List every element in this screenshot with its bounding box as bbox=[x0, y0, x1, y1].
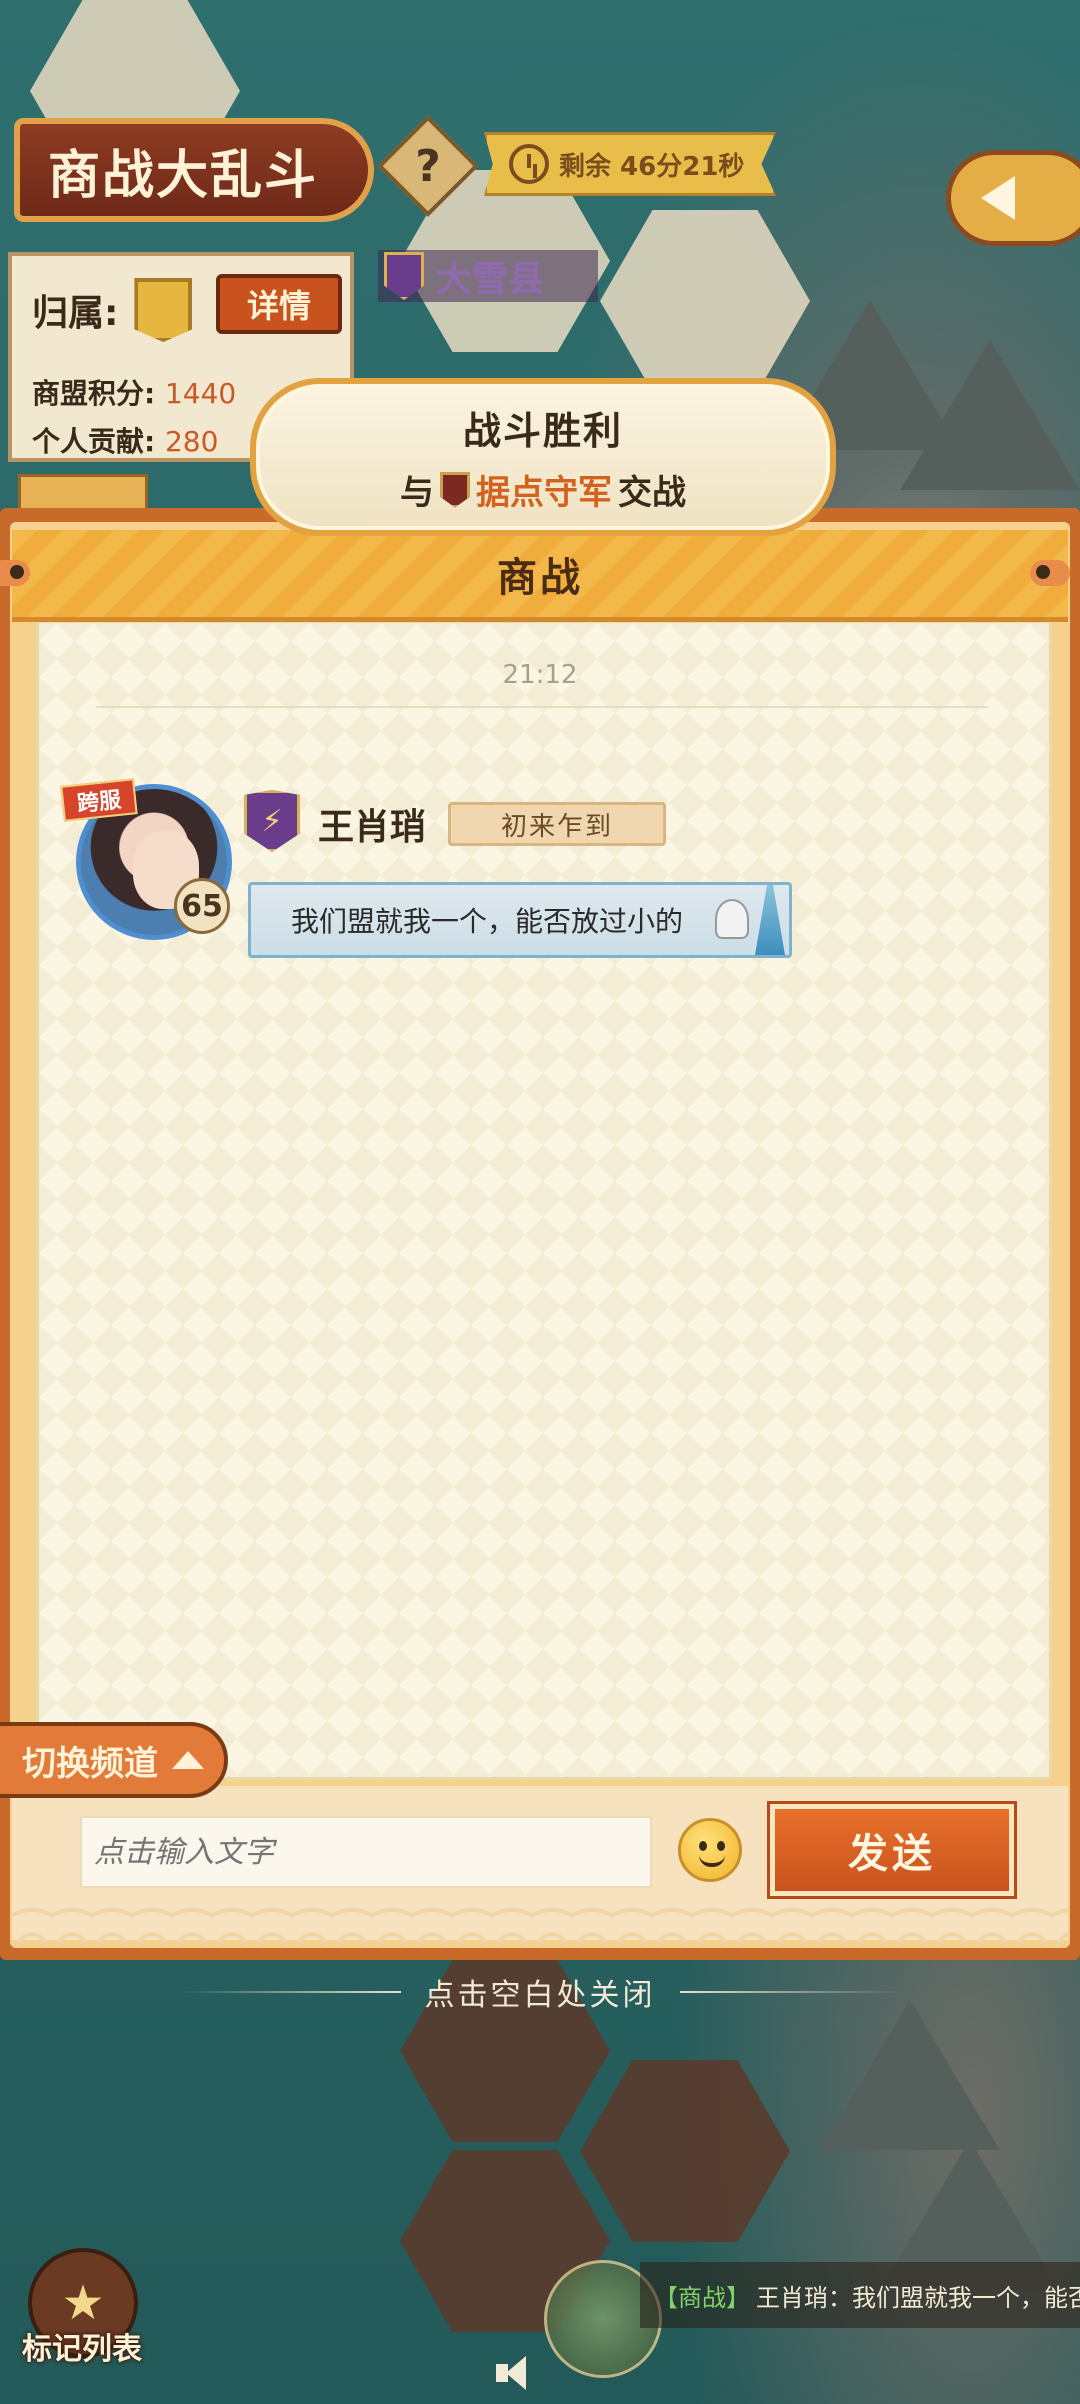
county-name: 大雪县 bbox=[436, 259, 545, 300]
battle-result-detail: 与 据点守军 交战 bbox=[400, 465, 686, 514]
county-tag[interactable]: 大雪县 bbox=[378, 250, 598, 302]
personal-contribution-label: 个人贡献: bbox=[32, 425, 156, 458]
mountain-decoration bbox=[900, 340, 1080, 490]
back-arrow-icon bbox=[981, 176, 1015, 220]
player-name[interactable]: 王肖琑 bbox=[318, 798, 426, 850]
battle-result-prefix: 与 bbox=[400, 473, 434, 513]
close-hint-text: 点击空白处关闭 bbox=[424, 1978, 656, 2013]
hint-divider-left bbox=[180, 1991, 401, 1993]
chat-channel-title: 商战 bbox=[497, 554, 583, 601]
tower-decoration-icon bbox=[755, 885, 785, 955]
battle-enemy-name: 据点守军 bbox=[476, 473, 612, 513]
cross-server-badge: 跨服 bbox=[60, 778, 138, 822]
cross-server-badge-label: 跨服 bbox=[76, 787, 123, 818]
alliance-score-label: 商盟积分: bbox=[32, 377, 156, 410]
level-badge: 65 bbox=[174, 878, 230, 934]
mark-list-label: 标记列表 bbox=[22, 2332, 142, 2367]
chat-header: 商战 bbox=[12, 530, 1068, 622]
battle-result-title: 战斗胜利 bbox=[462, 409, 623, 453]
switch-channel-label: 切换频道 bbox=[22, 1743, 158, 1784]
affiliation-label: 归属: bbox=[32, 293, 119, 334]
detail-button[interactable]: 详情 bbox=[216, 274, 342, 334]
event-title: 商战大乱斗 bbox=[48, 145, 319, 206]
hint-divider-right bbox=[679, 1991, 900, 1993]
chat-text-input[interactable] bbox=[80, 1816, 652, 1888]
player-title-tag: 初来乍到 bbox=[448, 802, 666, 846]
countdown-timer: 剩余 46分21秒 bbox=[484, 132, 776, 196]
ticker-message: 王肖琑：我们盟就我一个，能否放过小 bbox=[756, 2283, 1080, 2312]
timer-text: 剩余 46分21秒 bbox=[559, 151, 745, 182]
personal-contribution-value: 280 bbox=[164, 425, 219, 458]
decorative-wave-strip bbox=[12, 1906, 1068, 1948]
chevron-up-icon bbox=[172, 1751, 204, 1769]
defender-shield-icon bbox=[440, 471, 470, 508]
chat-message-text: 我们盟就我一个，能否放过小的 bbox=[291, 905, 684, 938]
chat-bubble[interactable]: 我们盟就我一个，能否放过小的 bbox=[248, 882, 792, 958]
speaker-icon[interactable] bbox=[496, 2356, 536, 2390]
guild-shield-icon bbox=[384, 252, 424, 300]
player-title: 初来乍到 bbox=[500, 811, 613, 842]
switch-channel-button[interactable]: 切换频道 bbox=[0, 1722, 228, 1798]
battle-result-banner: 战斗胜利 与 据点守军 交战 bbox=[250, 378, 836, 536]
ghost-emoji-icon bbox=[715, 899, 749, 939]
event-title-banner: 商战大乱斗 bbox=[14, 118, 374, 222]
star-icon: ★ bbox=[61, 2275, 105, 2331]
player-level: 65 bbox=[181, 888, 223, 924]
send-button-label: 发送 bbox=[848, 1831, 936, 1877]
smiley-icon bbox=[699, 1855, 725, 1867]
chat-ticker[interactable]: 【商战】 王肖琑：我们盟就我一个，能否放过小 bbox=[640, 2262, 1080, 2328]
alliance-score: 商盟积分: 1440 bbox=[32, 372, 236, 412]
message-timestamp: 21:12 bbox=[502, 660, 578, 690]
alliance-flag-icon bbox=[134, 278, 193, 342]
help-icon: ? bbox=[415, 140, 441, 192]
mountain-decoration bbox=[820, 2000, 1000, 2150]
emoji-button[interactable] bbox=[678, 1818, 742, 1882]
timestamp-divider bbox=[96, 706, 988, 708]
close-hint[interactable]: 点击空白处关闭 bbox=[0, 1970, 1080, 2014]
ticker-channel: 【商战】 bbox=[654, 2283, 750, 2312]
scroll-pin-right bbox=[1030, 560, 1070, 586]
player-avatar-wrap[interactable]: 跨服 65 bbox=[60, 778, 232, 942]
scroll-pin-left bbox=[0, 560, 30, 586]
personal-contribution: 个人贡献: 280 bbox=[32, 420, 218, 460]
send-button[interactable]: 发送 bbox=[767, 1801, 1017, 1899]
alliance-score-value: 1440 bbox=[164, 377, 237, 410]
back-button[interactable] bbox=[946, 150, 1080, 246]
clock-icon bbox=[509, 144, 549, 184]
detail-button-label: 详情 bbox=[246, 287, 311, 325]
battle-result-suffix: 交战 bbox=[618, 473, 686, 513]
